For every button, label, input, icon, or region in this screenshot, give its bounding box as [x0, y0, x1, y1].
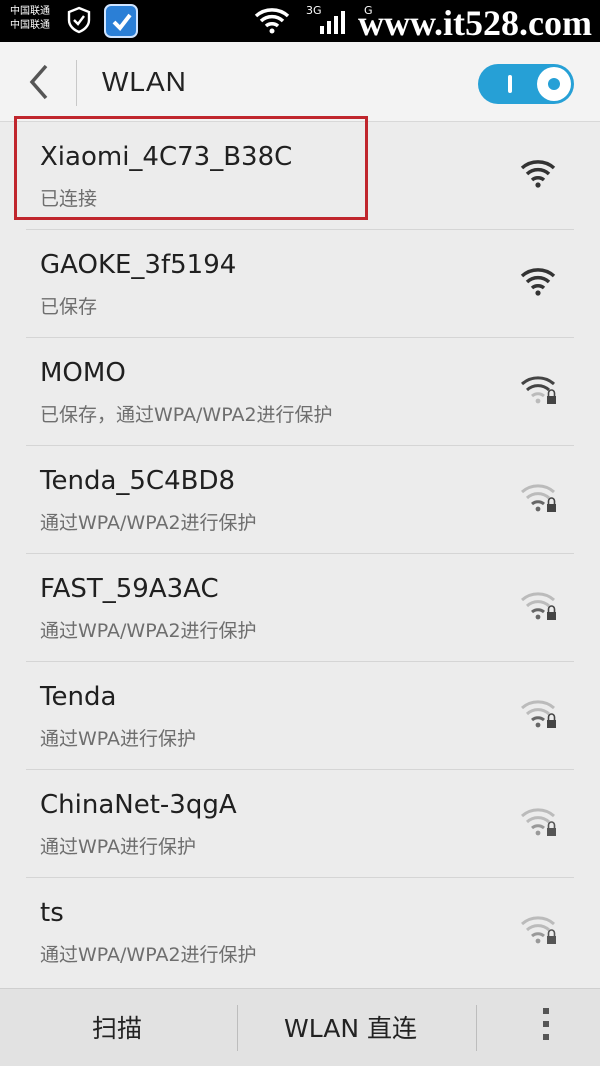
wifi-signal-locked-icon	[521, 484, 556, 512]
network-status: 已保存	[40, 296, 98, 318]
network-status: 通过WPA/WPA2进行保护	[40, 620, 257, 642]
network-item[interactable]: ts 通过WPA/WPA2进行保护	[0, 878, 600, 986]
network-ssid: Xiaomi_4C73_B38C	[40, 142, 293, 172]
network-status: 已连接	[40, 188, 98, 210]
bottom-bar-divider	[476, 1005, 477, 1051]
network-item[interactable]: FAST_59A3AC 通过WPA/WPA2进行保护	[0, 554, 600, 662]
scan-button[interactable]: 扫描	[92, 1009, 142, 1045]
wifi-signal-locked-icon	[521, 592, 556, 620]
cell-signal-icon	[320, 11, 345, 34]
toggle-on-indicator	[508, 75, 512, 93]
network-item[interactable]: Xiaomi_4C73_B38C 已连接	[0, 122, 600, 230]
network-status: 通过WPA进行保护	[40, 728, 197, 750]
network-status: 通过WPA/WPA2进行保护	[40, 512, 257, 534]
bottom-bar-divider	[237, 1005, 238, 1051]
wifi-signal-full-icon	[520, 160, 556, 188]
action-bar: WLAN	[0, 42, 600, 122]
wifi-signal-locked-icon	[521, 808, 556, 836]
network-ssid: Tenda_5C4BD8	[40, 466, 236, 496]
network-list: Xiaomi_4C73_B38C 已连接 GAOKE_3f5194 已保存 MO…	[0, 122, 600, 986]
network-item[interactable]: GAOKE_3f5194 已保存	[0, 230, 600, 338]
network-ssid: MOMO	[40, 358, 126, 388]
network-ssid: GAOKE_3f5194	[40, 250, 237, 280]
toggle-knob	[537, 67, 571, 101]
network-ssid: Tenda	[40, 682, 117, 712]
network-status: 已保存，通过WPA/WPA2进行保护	[40, 404, 333, 426]
more-options-icon[interactable]	[538, 1003, 554, 1053]
wifi-signal-locked-icon	[521, 376, 556, 404]
network-status: 通过WPA进行保护	[40, 836, 197, 858]
wlan-direct-button[interactable]: WLAN 直连	[284, 1009, 417, 1045]
bottom-bar: 扫描 WLAN 直连	[0, 988, 600, 1066]
network-status: 通过WPA/WPA2进行保护	[40, 944, 257, 966]
action-bar-divider	[76, 60, 77, 106]
carrier-label: 中国联通 中国联通	[10, 6, 50, 31]
network-ssid: FAST_59A3AC	[40, 574, 219, 604]
shield-icon	[67, 6, 91, 34]
page-title: WLAN	[102, 66, 187, 97]
wifi-signal-locked-icon	[521, 700, 556, 728]
network-item[interactable]: ChinaNet-3qgA 通过WPA进行保护	[0, 770, 600, 878]
wifi-signal-locked-icon	[521, 916, 556, 944]
back-arrow-icon[interactable]	[24, 62, 54, 102]
network-item[interactable]: Tenda_5C4BD8 通过WPA/WPA2进行保护	[0, 446, 600, 554]
network-ssid: ts	[40, 898, 64, 928]
network-ssid: ChinaNet-3qgA	[40, 790, 237, 820]
watermark-text: www.it528.com	[358, 3, 592, 43]
network-item[interactable]: Tenda 通过WPA进行保护	[0, 662, 600, 770]
wifi-status-icon	[254, 8, 290, 34]
status-bar: 中国联通 中国联通 3G G www.it528.com	[0, 0, 600, 43]
wlan-toggle[interactable]	[478, 64, 574, 104]
app-notification-icon	[104, 4, 138, 38]
network-item[interactable]: MOMO 已保存，通过WPA/WPA2进行保护	[0, 338, 600, 446]
wifi-signal-full-icon	[520, 268, 556, 296]
